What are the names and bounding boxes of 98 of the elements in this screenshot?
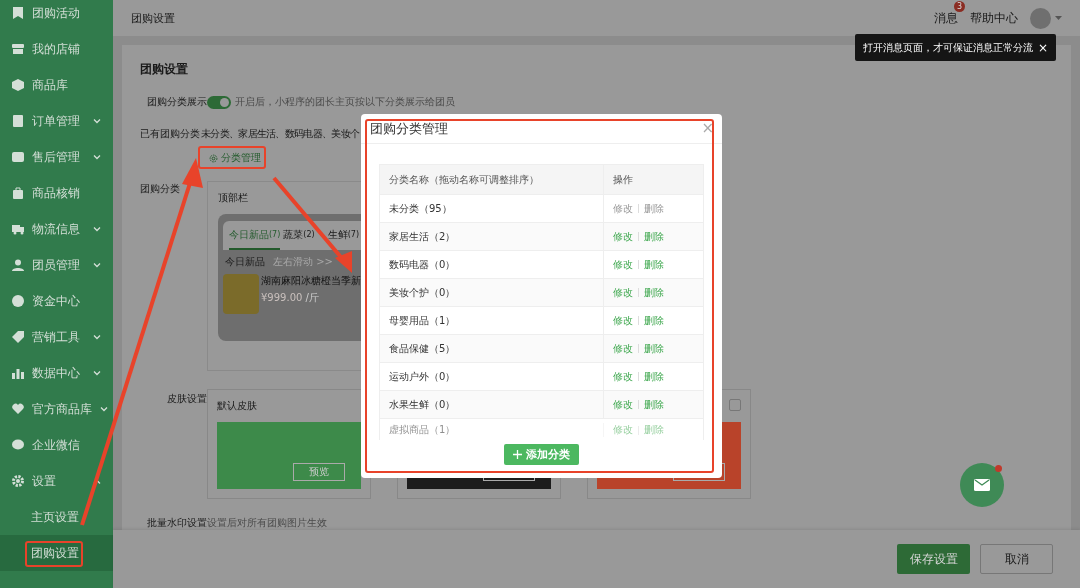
delete-link[interactable]: 删除 — [644, 341, 664, 356]
category-list-text: 未分类、家居生活、数码电器、美妆个 — [201, 127, 360, 141]
truck-icon — [12, 223, 24, 235]
section-heading: 今日新品 — [225, 255, 265, 269]
edit-link[interactable]: 修改 — [613, 341, 633, 356]
caret-down-icon — [1055, 16, 1062, 20]
sidebar-item[interactable]: 订单管理 — [0, 103, 113, 139]
delete-link[interactable]: 删除 — [644, 313, 664, 328]
column-header: 操作 — [612, 172, 634, 187]
hint-text: 设置后对所有团购图片生效 — [207, 516, 327, 530]
gear-icon — [12, 475, 24, 487]
category-name: 母婴用品（1） — [380, 307, 604, 334]
tag-icon — [12, 331, 24, 343]
category-name: 食品保健（5） — [380, 335, 604, 362]
category-tab[interactable]: 蔬菜(2) — [283, 221, 315, 250]
field-label: 团购分类展示 — [147, 96, 207, 107]
product-name: 湖南麻阳冰糖橙当季新 — [261, 274, 361, 288]
hint-text: 开启后，小程序的团长主页按以下分类展示给团员 — [235, 95, 455, 109]
store-icon — [12, 43, 24, 55]
field-label: 批量水印设置 — [147, 517, 207, 528]
sidebar-item[interactable]: 售后管理 — [0, 139, 113, 175]
coin-icon — [12, 295, 24, 307]
sidebar-item[interactable]: 官方商品库 — [0, 391, 113, 427]
highlight-frame — [198, 146, 266, 169]
page-title: 团购设置 — [131, 10, 176, 26]
manage-categories-link[interactable]: 分类管理 — [207, 149, 263, 167]
heart-icon — [12, 403, 24, 415]
field-label: 已有团购分类 — [140, 128, 200, 139]
edit-link[interactable]: 修改 — [613, 229, 633, 244]
bar-chart-icon — [12, 367, 24, 379]
category-name: 水果生鲜（0） — [380, 391, 604, 418]
sidebar-item[interactable]: 数据中心 — [0, 355, 113, 391]
category-name: 未分类（95） — [380, 195, 604, 222]
edit-link[interactable]: 修改 — [613, 285, 633, 300]
category-name: 虚拟商品（1） — [380, 423, 604, 437]
category-name: 运动户外（0） — [380, 363, 604, 390]
sidebar-item[interactable]: 营销工具 — [0, 319, 113, 355]
delete-link[interactable]: 删除 — [644, 285, 664, 300]
delete-link[interactable]: 删除 — [644, 369, 664, 384]
edit-link[interactable]: 修改 — [613, 313, 633, 328]
close-button[interactable]: × — [701, 121, 714, 136]
document-icon — [12, 115, 24, 127]
chat-bubble-icon — [12, 439, 24, 451]
category-tab[interactable]: 生鲜(7) — [327, 221, 360, 250]
sidebar-item[interactable]: 物流信息 — [0, 211, 113, 247]
sidebar-item[interactable]: 设置 — [0, 463, 113, 499]
price-unit: /斤 — [304, 292, 319, 303]
sidebar-item[interactable]: 资金中心 — [0, 283, 113, 319]
envelope-icon — [974, 479, 990, 491]
toggle-switch[interactable] — [207, 95, 231, 109]
tooltip-text: 打开消息页面，才可保证消息正常分流 — [863, 40, 1033, 55]
close-button[interactable]: × — [1038, 40, 1049, 55]
column-header: 分类名称（拖动名称可调整排序） — [380, 165, 604, 194]
avatar[interactable] — [1030, 7, 1051, 29]
edit-link[interactable]: 修改 — [613, 397, 633, 412]
sidebar-item[interactable]: 我的店铺 — [0, 31, 113, 67]
add-category-button[interactable]: 添加分类 — [504, 444, 579, 465]
sidebar-item[interactable]: 团员管理 — [0, 247, 113, 283]
skin-name: 默认皮肤 — [217, 399, 257, 413]
highlight-frame — [25, 541, 83, 567]
dialog-title: 团购分类管理 — [370, 119, 448, 138]
sidebar-subitem[interactable]: 主页设置 — [0, 499, 113, 535]
field-label: 皮肤设置 — [167, 393, 207, 404]
notification-badge: 3 — [954, 0, 965, 12]
category-name: 家居生活（2） — [380, 223, 604, 250]
notification-dot — [995, 465, 1002, 472]
sidebar-item[interactable]: 商品库 — [0, 67, 113, 103]
gear-icon — [209, 153, 218, 163]
edit-link[interactable]: 修改 — [613, 257, 633, 272]
edit-link[interactable]: 修改 — [613, 369, 633, 384]
cancel-button[interactable]: 取消 — [980, 544, 1053, 574]
category-name: 数码电器（0） — [380, 251, 604, 278]
panel-title: 顶部栏 — [218, 191, 248, 205]
checkbox[interactable] — [729, 399, 741, 411]
preview-button[interactable]: 预览 — [293, 463, 345, 481]
delete-link[interactable]: 删除 — [644, 257, 664, 272]
field-label: 团购分类 — [140, 183, 180, 194]
photo-placeholder — [223, 274, 259, 314]
header-link[interactable]: 帮助中心 — [970, 10, 1018, 25]
product-price: ¥999.00 — [261, 292, 303, 303]
delete-link[interactable]: 删除 — [644, 229, 664, 244]
sidebar-item[interactable]: 团购活动 — [0, 0, 113, 31]
sidebar-subitem[interactable]: 团购设置 — [0, 535, 113, 571]
bag-icon — [12, 187, 24, 199]
save-button[interactable]: 保存设置 — [897, 544, 970, 574]
bookmark-icon — [12, 7, 24, 19]
category-name: 美妆个护（0） — [380, 279, 604, 306]
delete-link[interactable]: 删除 — [644, 397, 664, 412]
category-tab[interactable]: 今日新品(7) — [229, 221, 281, 250]
wallet-icon — [12, 151, 24, 163]
skin-card[interactable]: 默认皮肤 预览 — [207, 389, 371, 499]
sidebar-item[interactable]: 企业微信 — [0, 427, 113, 463]
section-title: 团购设置 — [140, 61, 188, 78]
person-icon — [12, 259, 24, 271]
plus-icon — [513, 450, 522, 459]
sidebar-item[interactable]: 商品核销 — [0, 175, 113, 211]
cube-icon — [12, 79, 24, 91]
header-link[interactable]: 消息 — [934, 10, 958, 25]
